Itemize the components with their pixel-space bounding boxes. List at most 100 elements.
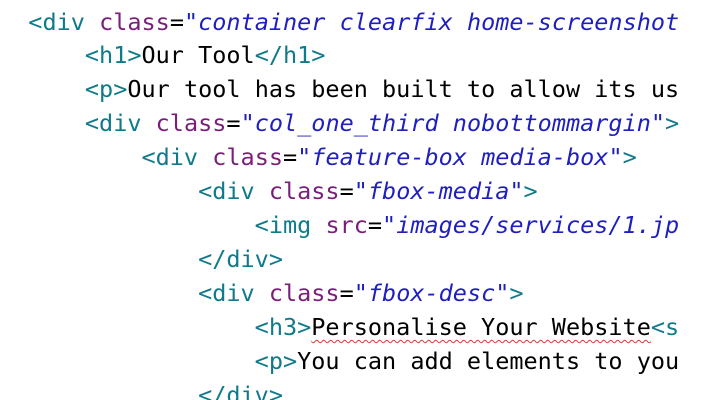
equals-sign: = [339,177,354,205]
code-line[interactable]: <div class="fbox-media"> [0,174,538,208]
tag-open-bracket: < [84,75,100,103]
tag-open-bracket: < [84,109,100,137]
code-line[interactable]: <h3>Personalise Your Website<s [0,310,679,344]
tag-open-bracket: < [254,211,269,239]
quote-open: " [382,211,397,239]
equals-sign: = [169,8,184,36]
tag-name: h1 [99,41,128,69]
code-line[interactable]: <div class="fbox-desc"> [0,276,524,310]
attribute-name: class [268,177,340,205]
quote-close: " [495,279,510,307]
tag-name: h3 [268,313,298,341]
quote-open: " [240,109,255,137]
tag-name: div [99,109,142,137]
tag-open-bracket: < [141,143,156,171]
tag-open-bracket: < [198,279,213,307]
code-line[interactable]: <div class="container clearfix home-scre… [0,5,679,39]
code-line[interactable]: <p>You can add elements to you [0,344,679,378]
tag-open-bracket: < [84,41,100,69]
tag-open-bracket: < [198,177,213,205]
attribute-value: feature-box media-box [311,143,609,171]
end-tag-name: h1 [282,41,312,69]
code-line[interactable]: <p>Our tool has been built to allow its … [0,72,679,106]
end-tag-close-bracket: > [268,245,283,273]
element-text-spellcheck: Personalise Your Website [311,313,651,341]
quote-close: " [608,143,623,171]
attribute-value: images/services/1.jp [396,211,680,239]
tag-open-bracket: < [254,347,269,375]
code-line[interactable]: </div> [0,242,283,276]
tag-close-bracket: > [113,75,128,103]
attribute-name: class [268,279,340,307]
code-line[interactable]: <h1>Our Tool</h1> [0,38,326,72]
end-tag-close-bracket: > [311,41,326,69]
code-line[interactable]: <img src="images/services/1.jp [0,208,680,242]
quote-close: " [509,177,524,205]
end-tag-open-bracket: </ [254,41,283,69]
code-line[interactable]: <div class="feature-box media-box"> [0,140,637,174]
end-tag-open-bracket: < [650,313,665,341]
attribute-name: class [99,8,170,36]
tag-name: p [268,347,283,375]
end-tag-name: s [665,313,680,341]
end-tag-close-bracket: > [268,381,283,400]
attribute-value: container clearfix home-screenshot [198,8,680,36]
equals-sign: = [283,143,298,171]
tag-open-bracket: < [254,313,269,341]
attribute-name: src [325,211,368,239]
element-text: Our Tool [141,41,255,69]
tag-name: div [42,8,85,36]
tag-name: div [155,143,199,171]
tag-close-bracket: > [509,279,524,307]
tag-name: div [212,279,255,307]
tag-name: p [99,75,114,103]
code-line[interactable]: </div> [0,378,283,400]
element-text: You can add elements to you [297,347,680,375]
attribute-value: fbox-desc [367,279,496,307]
equals-sign: = [339,279,354,307]
tag-name: img [268,211,312,239]
attribute-value: fbox-media [367,177,510,205]
equals-sign: = [367,211,383,239]
element-text: Our tool has been built to allow its us [127,75,680,103]
code-line[interactable]: <div class="col_one_third nobottommargin… [0,106,679,140]
tag-close-bracket: > [127,41,142,69]
attribute-name: class [155,109,227,137]
end-tag-name: div [226,381,269,400]
attribute-name: class [212,143,283,171]
quote-open: " [353,279,368,307]
equals-sign: = [226,109,241,137]
tag-close-bracket: > [622,143,637,171]
quote-open: " [183,8,199,36]
quote-close: " [650,109,666,137]
tag-open-bracket: < [28,8,43,36]
end-tag-open-bracket: </ [198,381,227,400]
tag-close-bracket: > [282,347,298,375]
end-tag-name: div [226,245,269,273]
tag-name: div [212,177,255,205]
code-editor[interactable]: <div class="container clearfix home-scre… [0,0,714,400]
quote-open: " [353,177,368,205]
tag-close-bracket: > [297,313,312,341]
end-tag-open-bracket: </ [198,245,227,273]
tag-close-bracket: > [665,109,680,137]
quote-open: " [297,143,312,171]
tag-close-bracket: > [523,177,538,205]
